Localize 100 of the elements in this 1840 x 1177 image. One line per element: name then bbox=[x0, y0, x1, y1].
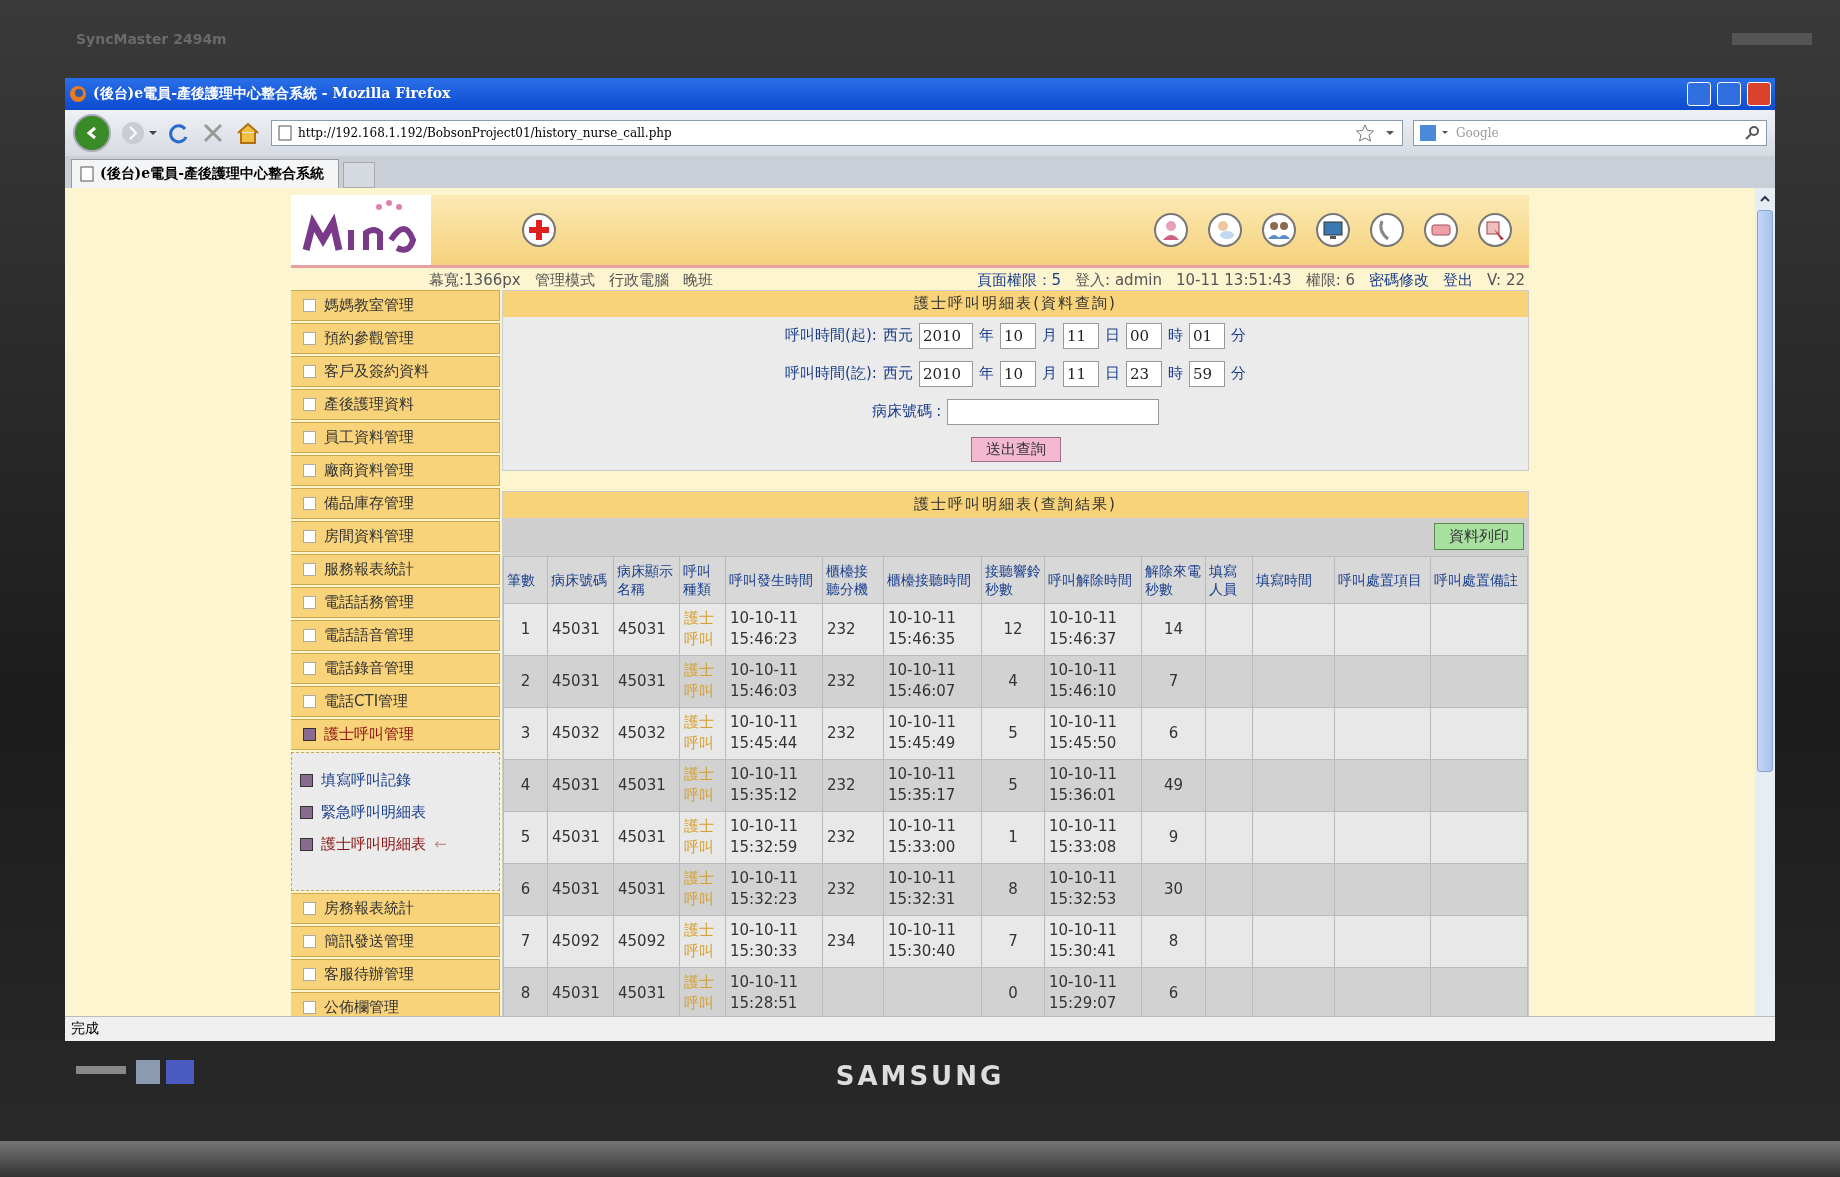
input-field[interactable]: 2010 bbox=[918, 360, 973, 387]
submenu-item[interactable]: 護士呼叫明細表 ← bbox=[300, 834, 491, 854]
sidebar-item[interactable]: 媽媽教室管理 bbox=[291, 289, 500, 321]
table-cell: 45031 bbox=[547, 863, 614, 916]
table-cell: 5 bbox=[981, 707, 1045, 760]
sidebar-item[interactable]: 電話錄音管理 bbox=[291, 652, 500, 684]
column-header: 病床顯示名稱 bbox=[613, 556, 680, 604]
sidebar-item[interactable]: 客服待辦管理 bbox=[291, 958, 500, 990]
column-header: 櫃檯接聽分機 bbox=[822, 556, 884, 604]
field-label: 西元 bbox=[882, 364, 913, 384]
submit-button[interactable]: 送出查詢 bbox=[970, 436, 1061, 462]
pointer-icon[interactable] bbox=[1477, 211, 1513, 248]
table-cell: 232 bbox=[822, 863, 884, 916]
sidebar-item[interactable]: 員工資料管理 bbox=[291, 421, 500, 453]
input-field[interactable]: 10 bbox=[999, 360, 1036, 387]
phone-icon[interactable] bbox=[1369, 211, 1405, 248]
submenu-item[interactable]: 緊急呼叫明細表 bbox=[300, 802, 491, 822]
table-cell: 10-10-11 15:46:23 bbox=[725, 603, 823, 656]
home-icon[interactable] bbox=[235, 120, 261, 145]
table-cell bbox=[1205, 707, 1253, 760]
header-link[interactable]: 密碼修改 bbox=[1369, 270, 1430, 290]
table-cell: 10-10-11 15:35:17 bbox=[883, 759, 982, 812]
unit-label: 年 bbox=[978, 326, 994, 346]
column-header: 櫃檯接聽時間 bbox=[883, 556, 982, 604]
table-cell: 10-10-11 15:30:33 bbox=[725, 915, 823, 968]
header-link[interactable]: 登出 bbox=[1443, 270, 1474, 290]
table-cell: 6 bbox=[1141, 707, 1206, 760]
sidebar-item[interactable]: 廠商資料管理 bbox=[291, 454, 500, 486]
unit-label: 日 bbox=[1104, 364, 1120, 384]
close-button[interactable] bbox=[1747, 82, 1771, 106]
column-header: 呼叫種類 bbox=[679, 556, 726, 604]
monitor-icon[interactable] bbox=[1315, 211, 1351, 248]
sidebar-item[interactable]: 電話CTI管理 bbox=[291, 685, 500, 717]
input-field[interactable]: 00 bbox=[1125, 322, 1162, 349]
field-label: 西元 bbox=[882, 326, 913, 346]
table-cell: 45032 bbox=[547, 707, 614, 760]
table-cell: 14 bbox=[1141, 603, 1206, 656]
field-label: 呼叫時間(訖): bbox=[785, 364, 877, 384]
medical-cross-icon[interactable] bbox=[521, 211, 557, 248]
table-cell: 7 bbox=[1141, 655, 1206, 708]
table-cell: 5 bbox=[981, 759, 1045, 812]
unit-label: 月 bbox=[1041, 326, 1057, 346]
column-header: 呼叫發生時間 bbox=[725, 556, 823, 604]
input-field[interactable]: 01 bbox=[1188, 322, 1225, 349]
sidebar-item[interactable]: 服務報表統計 bbox=[291, 553, 500, 585]
minimize-button[interactable] bbox=[1687, 82, 1711, 106]
column-header: 填寫人員 bbox=[1205, 556, 1253, 604]
table-cell: 10-10-11 15:45:44 bbox=[725, 707, 823, 760]
table-cell: 10-10-11 15:29:07 bbox=[1044, 967, 1142, 1017]
unit-label: 分 bbox=[1230, 364, 1246, 384]
column-header: 呼叫處置項目 bbox=[1334, 556, 1431, 604]
sidebar-item[interactable]: 電話語音管理 bbox=[291, 619, 500, 651]
input-field[interactable]: 23 bbox=[1125, 360, 1162, 387]
table-cell: 7 bbox=[981, 915, 1045, 968]
table-cell: 4 bbox=[981, 655, 1045, 708]
submenu-item[interactable]: 填寫呼叫記錄 bbox=[300, 770, 491, 790]
table-cell: 45092 bbox=[613, 915, 680, 968]
address-bar[interactable]: http://192.168.1.192/BobsonProject01/history_nurse_call.php bbox=[271, 119, 1403, 146]
mother-icon[interactable] bbox=[1153, 211, 1189, 248]
input-field[interactable] bbox=[947, 398, 1160, 425]
table-cell: 232 bbox=[822, 655, 884, 708]
search-engine-icon[interactable] bbox=[1420, 124, 1450, 141]
search-icon[interactable] bbox=[1744, 124, 1760, 141]
table-cell bbox=[1205, 603, 1253, 656]
sidebar-item[interactable]: 房間資料管理 bbox=[291, 520, 500, 552]
maximize-button[interactable] bbox=[1717, 82, 1741, 106]
sidebar-item[interactable]: 公佈欄管理 bbox=[291, 991, 500, 1017]
table-cell bbox=[1205, 759, 1253, 812]
sidebar-item[interactable]: 簡訊發送管理 bbox=[291, 925, 500, 957]
table-cell: 護士呼叫 bbox=[679, 603, 726, 656]
baby-icon[interactable] bbox=[1207, 211, 1243, 248]
table-cell: 45031 bbox=[613, 863, 680, 916]
bookmark-star-icon[interactable] bbox=[1356, 123, 1396, 142]
sidebar-item[interactable]: 電話話務管理 bbox=[291, 586, 500, 618]
sidebar-item[interactable]: 產後護理資料 bbox=[291, 388, 500, 420]
forward-icon[interactable] bbox=[121, 120, 157, 145]
sidebar-item[interactable]: 房務報表統計 bbox=[291, 892, 500, 924]
bed-icon[interactable] bbox=[1423, 211, 1459, 248]
print-button[interactable]: 資料列印 bbox=[1434, 523, 1524, 551]
input-field[interactable]: 2010 bbox=[918, 322, 973, 349]
table-cell: 10-10-11 15:36:01 bbox=[1044, 759, 1142, 812]
input-field[interactable]: 10 bbox=[999, 322, 1036, 349]
sidebar-item[interactable]: 護士呼叫管理 bbox=[291, 718, 500, 750]
table-cell bbox=[1205, 915, 1253, 968]
page-icon bbox=[80, 165, 94, 182]
unit-label: 年 bbox=[978, 364, 994, 384]
input-field[interactable]: 11 bbox=[1062, 322, 1099, 349]
scrollbar[interactable] bbox=[1755, 187, 1775, 1017]
table-cell bbox=[1205, 863, 1253, 916]
sidebar-item[interactable]: 預約參觀管理 bbox=[291, 322, 500, 354]
table-cell: 45031 bbox=[547, 759, 614, 812]
table-cell: 護士呼叫 bbox=[679, 863, 726, 916]
input-field[interactable]: 59 bbox=[1188, 360, 1225, 387]
input-field[interactable]: 11 bbox=[1062, 360, 1099, 387]
sidebar-item[interactable]: 客戶及簽約資料 bbox=[291, 355, 500, 387]
people-icon[interactable] bbox=[1261, 211, 1297, 248]
table-cell: 234 bbox=[822, 915, 884, 968]
browser-tab[interactable]: (後台)e電員-產後護理中心整合系統 bbox=[71, 158, 339, 188]
sidebar-item[interactable]: 備品庫存管理 bbox=[291, 487, 500, 519]
back-button[interactable] bbox=[73, 113, 111, 152]
